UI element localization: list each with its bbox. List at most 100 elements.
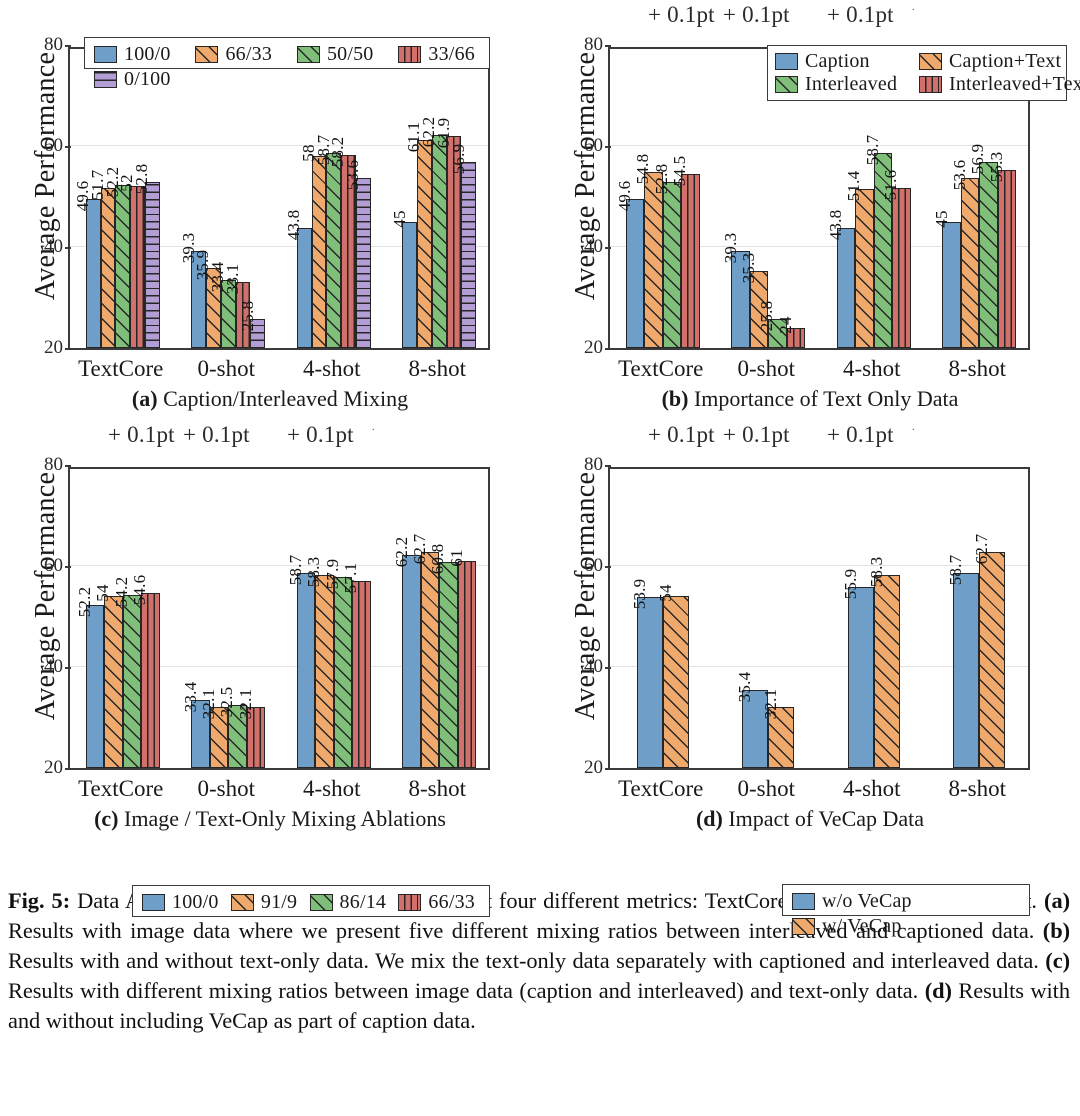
bar-group-8-shot: 45 61.1 62.2 61.9 56.9: [390, 49, 477, 348]
legend-item: 100/0: [94, 43, 171, 66]
bar-value-label: 51.6: [881, 170, 901, 201]
bar-value-label: 25.8: [237, 300, 257, 331]
bar-value-label: 35.4: [735, 671, 755, 703]
bar: 54.5: [670, 156, 700, 348]
x-tick-4-shot: 4-shot: [303, 776, 361, 801]
bar: 49.6: [615, 180, 645, 348]
bar: 45: [932, 210, 961, 348]
y-tick-60: 60: [584, 555, 611, 576]
bar: 56.9: [968, 143, 998, 348]
bar-value-label: 55.3: [986, 151, 1006, 183]
legend-swatch-orange: [919, 53, 942, 70]
legend-label: 100/0: [124, 43, 171, 65]
figure-panels: Average Performance 20 40 60 80 49.6 51.7 52.2 5…: [0, 0, 1080, 937]
bar-value-label: 53.6: [949, 160, 969, 191]
bar: 57.1: [341, 562, 371, 768]
bar: 53.9: [630, 579, 663, 768]
x-tick-8-shot: 8-shot: [408, 356, 467, 381]
bar-groups: 52.2 54 54.2 54.6 33.4 32.1 32.5 32.1 58.7 58.3 57…: [70, 469, 488, 768]
figure-caption-tag-a: (a): [1044, 888, 1071, 913]
y-tick-20: 20: [584, 337, 611, 358]
subcaption-b: (b) Importance of Text Only Data: [540, 386, 1080, 412]
bar: 62.2: [392, 537, 421, 768]
bar-value-label: 53.6: [343, 160, 363, 191]
figure-caption-b: Results with and without text-only data.…: [8, 948, 1046, 973]
chart-panel-d: + 0.1pt + 0.1pt + 0.1pt. Average Performanc…: [540, 420, 1080, 937]
legend-item: 66/33: [195, 43, 272, 66]
bar-group-0-shot: 35.4 32.1: [735, 469, 795, 768]
bar-value-label: 62.7: [409, 534, 429, 565]
bar-value-label: 45: [389, 210, 409, 228]
x-tick-4-shot: 4-shot: [843, 356, 901, 381]
bar-value-label: 39.3: [720, 232, 740, 263]
subcaption-text: Image / Text-Only Mixing Ablations: [118, 806, 446, 831]
bar: 62.2: [419, 117, 447, 348]
y-tick-40: 40: [584, 656, 611, 677]
bar-value-label: 57.1: [341, 562, 361, 593]
bar-value-label: 58.3: [866, 556, 886, 587]
bar-value-label: 32.1: [761, 688, 781, 720]
x-tick-0-shot: 0-shot: [197, 776, 256, 801]
y-tick-80: 80: [584, 454, 611, 475]
bar: 45: [390, 210, 418, 348]
legend-swatch-blue: [792, 893, 815, 910]
bar: 56.9: [449, 143, 477, 348]
y-tick-60: 60: [44, 555, 71, 576]
y-tick-60: 60: [584, 135, 611, 156]
bar-value-label: 57.9: [322, 558, 342, 589]
bar-group-textcore: 49.6 51.7 52.2 52 52.8: [73, 49, 160, 348]
legend-item: Interleaved: [775, 73, 919, 96]
legend-swatch-red: [398, 46, 422, 63]
x-tick-0-shot: 0-shot: [737, 776, 796, 801]
bar-value-label: 54: [93, 584, 113, 603]
bar: 49.6: [73, 180, 101, 348]
bar-group-0-shot: 39.3 35.9 33.4 33.1 25.8: [179, 49, 266, 348]
bar: 52.2: [103, 167, 131, 348]
plot-b: Average Performance 20 40 60 80 49.6 54.8 52.8 5…: [540, 0, 1080, 420]
y-axis-label: Average Performance: [30, 471, 61, 721]
bar: 52.8: [132, 164, 160, 348]
plot-a: Average Performance 20 40 60 80 49.6 51.7 52.2 5…: [0, 0, 540, 420]
bar: 58.3: [304, 556, 334, 768]
bar-value-label: 43.8: [284, 209, 304, 241]
bar-value-label: 62.7: [972, 534, 992, 565]
bar-value-label: 58.7: [946, 554, 966, 585]
bar-value-label: 25.8: [757, 300, 777, 331]
y-tick-80: 80: [44, 34, 71, 55]
subcaption-tag: (a): [131, 386, 158, 411]
subcaption-text: Caption/Interleaved Mixing: [157, 386, 409, 411]
bar-value-label: 51.4: [844, 171, 864, 202]
legend-label: 91/9: [260, 891, 298, 913]
legend-label: w/ VeCap: [822, 915, 902, 937]
legend-label: w/o VeCap: [822, 890, 912, 912]
bar-group-textcore: 52.2 54 54.2 54.6: [75, 469, 160, 768]
x-tick-textcore: TextCore: [78, 776, 164, 801]
subcaption-d: (d) Impact of VeCap Data: [540, 806, 1080, 832]
legend-item: 100/0: [142, 891, 219, 914]
bar-groups: 49.6 51.7 52.2 52 52.8 39.3 35.9 33.4 33.1 25.8 43…: [70, 49, 488, 348]
bar-value-label: 35.3: [738, 252, 758, 284]
bar: 51.4: [844, 171, 874, 348]
bar-group-textcore: 49.6 54.8 52.8 54.5: [615, 49, 700, 348]
bar-value-label: 52.8: [132, 164, 152, 195]
legend-swatch-green: [296, 46, 320, 63]
bar: 57.9: [323, 558, 353, 768]
bar-value-label: 54: [655, 584, 675, 603]
y-tick-20: 20: [44, 337, 71, 358]
bar: 51.7: [88, 170, 116, 348]
bar-value-label: 58.7: [862, 134, 882, 165]
legend-swatch-orange: [792, 918, 815, 935]
bar: 32.1: [761, 689, 795, 768]
legend-swatch-purple: [94, 71, 117, 88]
legend-label: 50/50: [326, 43, 374, 65]
figure-caption-tag-c: (c): [1045, 948, 1070, 973]
subcaption-tag: (d): [695, 806, 723, 831]
subcaption-tag: (c): [94, 806, 119, 831]
legend-item: 33/66: [398, 43, 475, 66]
plot-area: 20 40 60 80 52.2 54 54.2 54.6 33.4 32.1 32.5 32.1 58…: [44, 454, 490, 778]
y-axis-label: Average Performance: [570, 471, 601, 721]
bar-value-label: 61: [446, 549, 466, 567]
legend-swatch-blue: [775, 53, 798, 70]
legend: 100/0 66/33 50/50 33/66 0/100: [84, 37, 490, 90]
plot-area: 20 40 60 80 49.6 51.7 52.2 52 52.8 39.3 35.9 33.4 33…: [44, 34, 490, 358]
